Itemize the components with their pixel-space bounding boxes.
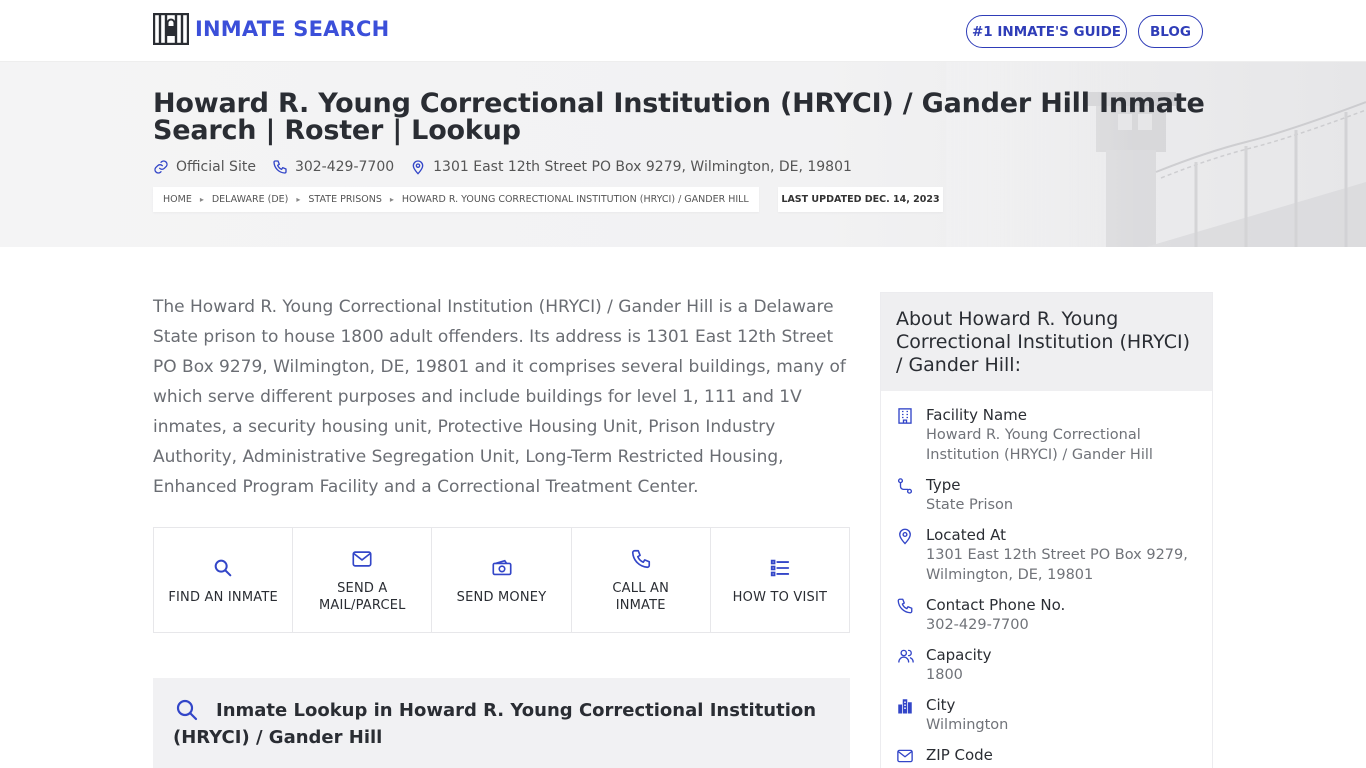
link-icon [154, 160, 168, 174]
search-icon [214, 559, 232, 576]
breadcrumb-separator-icon: ▸ [389, 195, 394, 204]
find-inmate-tile[interactable]: FIND AN INMATE [154, 528, 294, 632]
send-mail-label: SEND A MAIL/PARCEL [319, 581, 406, 613]
about-facility-card: About Howard R. Young Correctional Insti… [880, 292, 1213, 768]
money-icon [491, 559, 512, 575]
city-icon [898, 699, 912, 714]
fact-facility-name: Facility Name Howard R. Young Correction… [881, 405, 1212, 465]
fact-capacity: Capacity 1800 [881, 645, 1212, 685]
inmate-lookup-heading: Inmate Lookup in Howard R. Young Correct… [173, 700, 817, 748]
mail-icon [352, 551, 372, 567]
fact-label: Contact Phone No. [926, 596, 1066, 614]
send-mail-tile[interactable]: SEND A MAIL/PARCEL [293, 528, 433, 632]
breadcrumb-separator-icon: ▸ [296, 195, 301, 204]
send-money-tile[interactable]: SEND MONEY [432, 528, 572, 632]
brand-name: INMATE SEARCH [195, 17, 390, 41]
facility-facts: Facility Name Howard R. Young Correction… [881, 391, 1212, 768]
send-money-label: SEND MONEY [456, 589, 547, 605]
address-text: 1301 East 12th Street PO Box 9279, Wilmi… [433, 159, 852, 175]
page-title: Howard R. Young Correctional Institution… [153, 88, 1205, 146]
fact-value: Wilmington [926, 717, 1009, 733]
inmate-lookup-section: Inmate Lookup in Howard R. Young Correct… [153, 678, 850, 768]
phone-link[interactable]: 302-429-7700 [272, 159, 394, 175]
fact-value[interactable]: 302-429-7700 [926, 615, 1212, 635]
breadcrumb-home[interactable]: HOME [163, 194, 192, 205]
last-updated-badge: LAST UPDATED DEC. 14, 2023 [778, 187, 943, 212]
fact-label: Type [926, 476, 961, 494]
fact-value: 1800 [926, 667, 963, 683]
phone-number: 302-429-7700 [294, 159, 395, 175]
fact-zip-code: ZIP Code [881, 745, 1212, 768]
breadcrumb-state[interactable]: DELAWARE (DE) [212, 194, 289, 205]
location-pin-icon [899, 528, 911, 545]
fact-contact-phone: Contact Phone No. 302-429-7700 [881, 595, 1212, 635]
call-inmate-tile[interactable]: CALL AN INMATE [572, 528, 711, 632]
phone-icon [897, 598, 913, 614]
action-tiles: FIND AN INMATE SEND A MAIL/PARCEL SEND M… [153, 527, 850, 633]
fact-value: Howard R. Young Correctional Institution… [926, 427, 1153, 463]
phone-icon [273, 160, 287, 174]
about-facility-title: About Howard R. Young Correctional Insti… [881, 293, 1212, 391]
nav-blog-button[interactable]: BLOG [1138, 15, 1203, 48]
fact-label: Facility Name [926, 406, 1027, 424]
route-icon [897, 478, 913, 494]
call-inmate-label: CALL AN INMATE [612, 581, 669, 613]
fact-value: 1301 East 12th Street PO Box 9279, Wilmi… [926, 547, 1188, 583]
users-icon [898, 649, 914, 663]
mail-icon [897, 749, 913, 763]
fact-value: State Prison [926, 497, 1014, 513]
fact-label: ZIP Code [926, 746, 993, 764]
building-icon [898, 408, 912, 424]
fact-city: City Wilmington [881, 695, 1212, 735]
how-to-visit-label: HOW TO VISIT [732, 589, 828, 605]
nav-inmates-guide-button[interactable]: #1 INMATE'S GUIDE [966, 15, 1127, 48]
official-site-link[interactable]: Official Site [153, 159, 256, 175]
official-site-label: Official Site [176, 159, 256, 175]
phone-icon [631, 549, 650, 569]
fact-located-at: Located At 1301 East 12th Street PO Box … [881, 525, 1212, 585]
breadcrumb-separator-icon: ▸ [199, 195, 204, 204]
fact-label: Capacity [926, 646, 992, 664]
intro-paragraph: The Howard R. Young Correctional Institu… [153, 297, 846, 497]
breadcrumb-current: HOWARD R. YOUNG CORRECTIONAL INSTITUTION… [401, 194, 749, 205]
how-to-visit-tile[interactable]: HOW TO VISIT [711, 528, 849, 632]
breadcrumb: HOME ▸ DELAWARE (DE) ▸ STATE PRISONS ▸ H… [153, 187, 759, 212]
find-inmate-label: FIND AN INMATE [168, 589, 278, 605]
location-pin-icon [412, 160, 424, 175]
jail-cell-icon [153, 13, 189, 45]
site-logo[interactable]: INMATE SEARCH [153, 13, 389, 45]
facility-meta: Official Site 302-429-7700 1301 East 12t… [153, 157, 868, 177]
fact-label: City [926, 696, 956, 714]
fact-type: Type State Prison [881, 475, 1212, 515]
list-icon [770, 559, 790, 576]
fact-label: Located At [926, 526, 1006, 544]
top-navbar: INMATE SEARCH #1 INMATE'S GUIDE BLOG [0, 0, 1366, 62]
breadcrumb-category[interactable]: STATE PRISONS [308, 194, 381, 205]
address-link[interactable]: 1301 East 12th Street PO Box 9279, Wilmi… [410, 159, 852, 175]
